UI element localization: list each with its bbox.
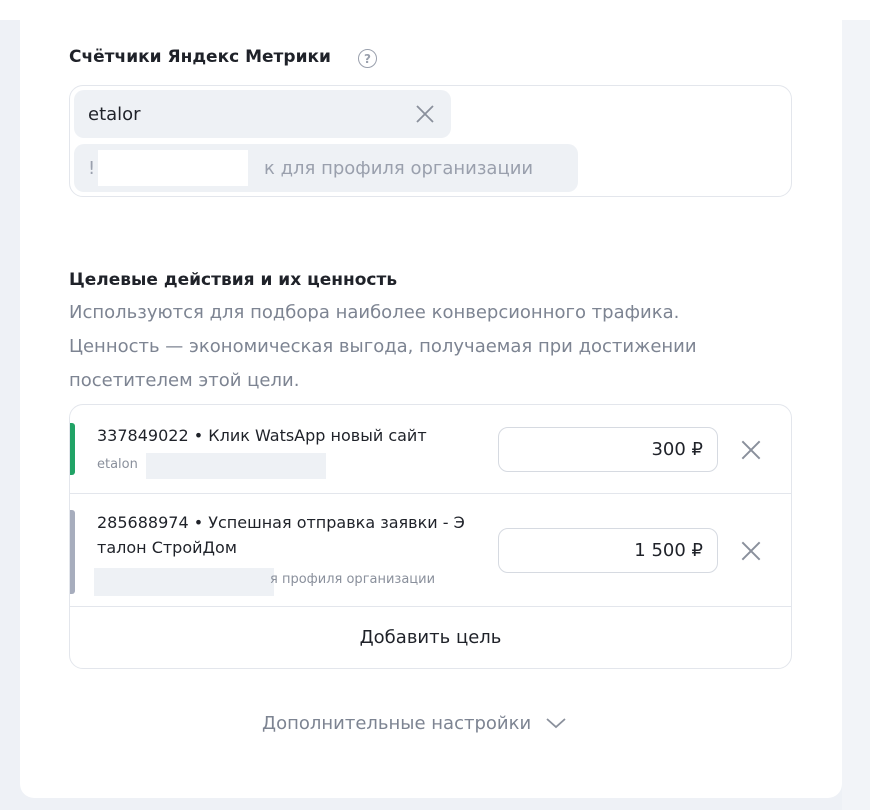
counter-chip[interactable]: etalor bbox=[74, 90, 451, 138]
counter-suggestion-label: к для профиля организации bbox=[264, 157, 534, 179]
more-settings-label: Дополнительные настройки bbox=[262, 712, 532, 734]
counter-chip-label: etalor bbox=[88, 103, 141, 125]
add-goal-button[interactable]: Добавить цель bbox=[70, 607, 791, 668]
goal-counter: etalon bbox=[97, 457, 138, 472]
help-icon-glyph: ? bbox=[364, 51, 371, 66]
redacted-area bbox=[146, 453, 326, 479]
goals-description-line: Используются для подбора наиболее конвер… bbox=[69, 302, 680, 323]
goal-value-input[interactable]: 1 500 ₽ bbox=[498, 528, 718, 573]
goals-list: 337849022 • Клик WatsApp новый сайт etal… bbox=[69, 404, 792, 669]
goal-status-bar bbox=[70, 510, 75, 594]
counter-suggestion-chip[interactable]: ! к для профиля организации bbox=[74, 144, 578, 192]
right-gutter bbox=[842, 20, 870, 810]
remove-goal-icon[interactable] bbox=[738, 437, 764, 463]
remove-goal-icon[interactable] bbox=[738, 538, 764, 564]
goal-name: 337849022 • Клик WatsApp новый сайт bbox=[97, 426, 427, 445]
goal-name-line: 285688974 • Успешная отправка заявки - Э bbox=[97, 513, 465, 532]
counters-title: Счётчики Яндекс Метрики bbox=[69, 47, 331, 67]
goals-description: Используются для подбора наиболее конвер… bbox=[69, 296, 789, 398]
help-icon[interactable]: ? bbox=[358, 49, 377, 68]
goal-name: 285688974 • Успешная отправка заявки - Э… bbox=[97, 510, 465, 560]
redacted-area bbox=[98, 150, 248, 186]
goal-name-line: талон СтройДом bbox=[97, 538, 237, 557]
goal-row: 285688974 • Успешная отправка заявки - Э… bbox=[70, 494, 791, 607]
close-icon[interactable] bbox=[413, 102, 437, 126]
goal-value-input[interactable]: 300 ₽ bbox=[498, 427, 718, 472]
goals-title: Целевые действия и их ценность bbox=[69, 270, 398, 290]
chevron-down-icon bbox=[546, 718, 566, 729]
more-settings-toggle[interactable]: Дополнительные настройки bbox=[262, 708, 567, 738]
redacted-area bbox=[204, 98, 324, 130]
goals-description-line: посетителем этой цели. bbox=[69, 370, 300, 391]
goals-description-line: Ценность — экономическая выгода, получае… bbox=[69, 336, 697, 357]
goal-status-bar bbox=[70, 423, 75, 475]
redacted-area bbox=[94, 568, 274, 596]
goal-row: 337849022 • Клик WatsApp новый сайт etal… bbox=[70, 405, 791, 494]
goal-counter: я профиля организации bbox=[270, 572, 436, 587]
